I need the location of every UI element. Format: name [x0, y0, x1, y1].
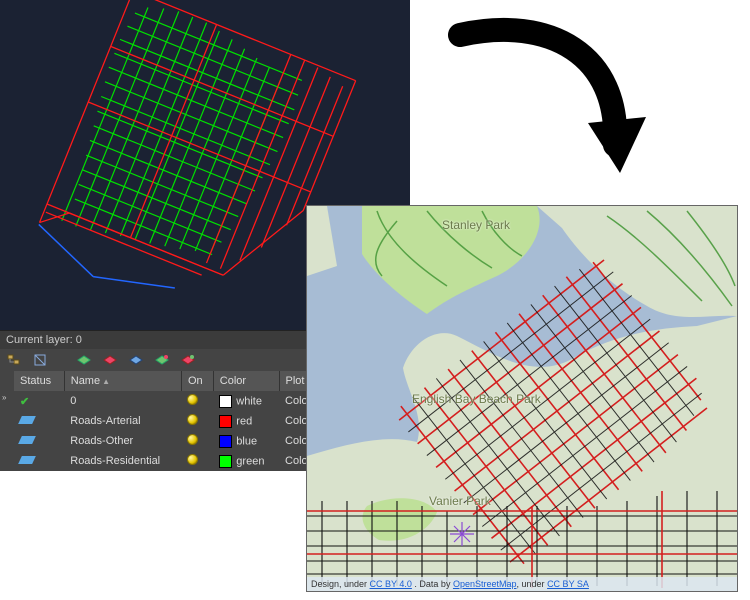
layer-name-cell: Roads-Arterial: [64, 411, 181, 431]
bulb-on-icon[interactable]: [187, 454, 198, 465]
attrib-link[interactable]: OpenStreetMap: [453, 579, 517, 589]
set-current-icon[interactable]: [154, 352, 170, 368]
bulb-on-icon[interactable]: [187, 394, 198, 405]
filter-tree-icon[interactable]: [6, 352, 22, 368]
map-label-english-bay: English Bay Beach Park: [412, 392, 541, 406]
collapse-chevron-icon[interactable]: »: [2, 393, 6, 402]
layer-name-cell: Roads-Residential: [64, 451, 181, 471]
bulb-on-icon[interactable]: [187, 414, 198, 425]
transform-arrow-icon: [420, 5, 670, 205]
attrib-link[interactable]: CC BY SA: [547, 579, 589, 589]
new-layer-icon[interactable]: [76, 352, 92, 368]
layer-name-cell: Roads-Other: [64, 431, 181, 451]
layer-icon: [18, 456, 36, 464]
invert-filter-icon[interactable]: [32, 352, 48, 368]
col-status[interactable]: Status: [14, 371, 64, 391]
layer-states-icon[interactable]: [180, 352, 196, 368]
color-swatch[interactable]: [219, 415, 232, 428]
bulb-on-icon[interactable]: [187, 434, 198, 445]
col-name[interactable]: Name▲: [64, 371, 181, 391]
attrib-link[interactable]: CC BY 4.0: [370, 579, 412, 589]
map-label-vanier: Vanier Park: [429, 494, 491, 508]
map-label-stanley-park: Stanley Park: [442, 218, 510, 232]
map-attribution-bar: Design, under CC BY 4.0 . Data by OpenSt…: [307, 577, 737, 591]
delete-layer-icon[interactable]: [128, 352, 144, 368]
current-layer-label: Current layer: 0: [6, 331, 82, 349]
layer-name-cell: 0: [64, 391, 181, 411]
col-on[interactable]: On: [181, 371, 213, 391]
active-layer-check-icon: ✔: [20, 396, 29, 408]
layer-icon: [18, 416, 36, 424]
layer-icon: [18, 436, 36, 444]
color-swatch[interactable]: [219, 395, 232, 408]
gis-map-pane[interactable]: Stanley Park English Bay Beach Park Vani…: [306, 205, 738, 592]
new-layer-freeze-icon[interactable]: [102, 352, 118, 368]
color-swatch[interactable]: [219, 455, 232, 468]
color-swatch[interactable]: [219, 435, 232, 448]
col-color[interactable]: Color: [213, 371, 279, 391]
sort-asc-icon: ▲: [102, 377, 110, 386]
